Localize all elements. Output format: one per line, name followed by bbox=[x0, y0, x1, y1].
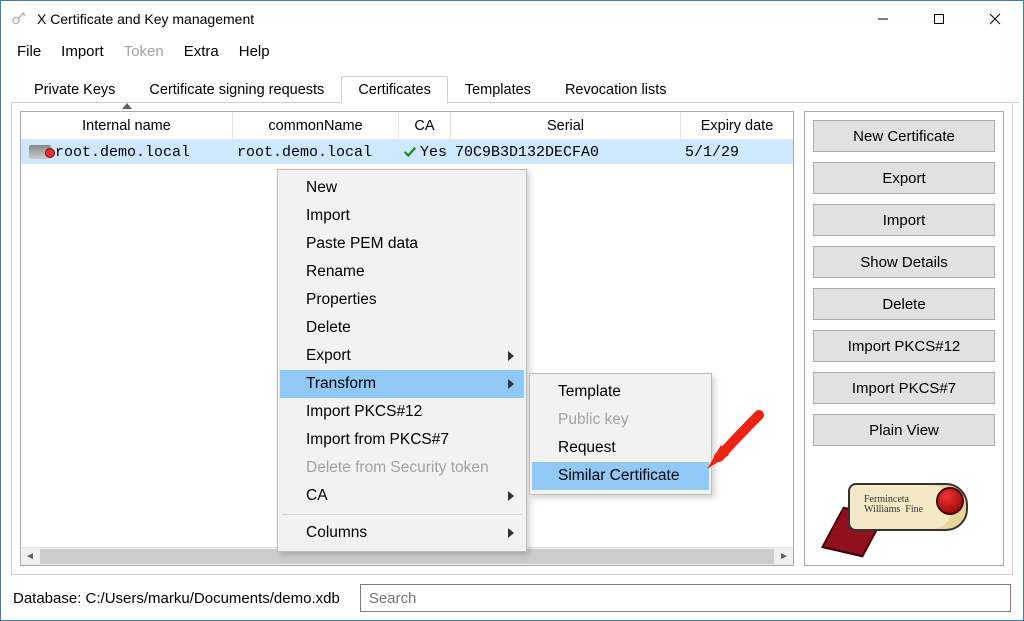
maximize-button[interactable] bbox=[911, 1, 967, 37]
check-icon bbox=[403, 145, 417, 159]
db-label: Database: bbox=[13, 590, 86, 607]
context-menu: New Import Paste PEM data Rename Propert… bbox=[277, 169, 527, 552]
app-key-icon bbox=[9, 9, 29, 29]
ctx-import-from-pkcs7[interactable]: Import from PKCS#7 bbox=[280, 426, 524, 454]
ctx-ca-label: CA bbox=[306, 487, 328, 505]
menu-import[interactable]: Import bbox=[51, 39, 114, 64]
col-ca[interactable]: CA bbox=[399, 112, 451, 139]
table-row[interactable]: root.demo.local root.demo.local Yes 70C9… bbox=[21, 140, 793, 164]
side-button-panel: New Certificate Export Import Show Detai… bbox=[804, 111, 1004, 566]
sub-template[interactable]: Template bbox=[532, 378, 709, 406]
close-button[interactable] bbox=[967, 1, 1023, 37]
col-internal-name-label: Internal name bbox=[82, 118, 171, 134]
col-common-name[interactable]: commonName bbox=[233, 112, 399, 139]
submenu-arrow-icon bbox=[508, 491, 514, 501]
cell-internal-name: root.demo.local bbox=[55, 144, 190, 161]
delete-button[interactable]: Delete bbox=[813, 288, 995, 320]
import-button[interactable]: Import bbox=[813, 204, 995, 236]
col-expiry[interactable]: Expiry date bbox=[681, 112, 793, 139]
search-input[interactable] bbox=[360, 584, 1011, 612]
ctx-import-pkcs12[interactable]: Import PKCS#12 bbox=[280, 398, 524, 426]
certificate-icon bbox=[29, 145, 51, 159]
ctx-paste-pem[interactable]: Paste PEM data bbox=[280, 230, 524, 258]
window-title: X Certificate and Key management bbox=[37, 11, 254, 27]
menu-extra[interactable]: Extra bbox=[174, 39, 229, 64]
tab-certificates[interactable]: Certificates bbox=[341, 76, 448, 104]
minimize-button[interactable] bbox=[855, 1, 911, 37]
database-path: Database: C:/Users/marku/Documents/demo.… bbox=[13, 590, 340, 607]
scroll-right-icon[interactable]: ► bbox=[775, 548, 793, 565]
tab-templates[interactable]: Templates bbox=[448, 76, 548, 103]
submenu-arrow-icon bbox=[508, 351, 514, 361]
ctx-transform-label: Transform bbox=[306, 375, 376, 393]
tab-revocation[interactable]: Revocation lists bbox=[548, 76, 684, 103]
titlebar: X Certificate and Key management bbox=[1, 1, 1023, 37]
ctx-properties[interactable]: Properties bbox=[280, 286, 524, 314]
submenu-arrow-icon bbox=[508, 528, 514, 538]
ctx-transform[interactable]: Transform bbox=[280, 370, 524, 398]
menubar: File Import Token Extra Help bbox=[1, 37, 1023, 65]
sub-request[interactable]: Request bbox=[532, 434, 709, 462]
table-header: Internal name commonName CA Serial Expir… bbox=[21, 112, 793, 140]
new-certificate-button[interactable]: New Certificate bbox=[813, 120, 995, 152]
ctx-export-label: Export bbox=[306, 347, 351, 365]
import-pkcs12-button[interactable]: Import PKCS#12 bbox=[813, 330, 995, 362]
ctx-export[interactable]: Export bbox=[280, 342, 524, 370]
cell-expiry: 5/1/29 bbox=[681, 144, 793, 161]
ctx-columns-label: Columns bbox=[306, 524, 367, 542]
ctx-rename[interactable]: Rename bbox=[280, 258, 524, 286]
sub-similar-certificate[interactable]: Similar Certificate bbox=[532, 462, 709, 490]
ctx-columns[interactable]: Columns bbox=[280, 519, 524, 547]
show-details-button[interactable]: Show Details bbox=[813, 246, 995, 278]
menu-file[interactable]: File bbox=[7, 39, 51, 64]
ctx-delete-from-token: Delete from Security token bbox=[280, 454, 524, 482]
cell-ca: Yes bbox=[420, 144, 447, 161]
sort-ascending-icon bbox=[122, 103, 132, 109]
import-pkcs7-button[interactable]: Import PKCS#7 bbox=[813, 372, 995, 404]
menu-help[interactable]: Help bbox=[229, 39, 280, 64]
menu-separator bbox=[282, 514, 522, 515]
export-button[interactable]: Export bbox=[813, 162, 995, 194]
tab-strip: Private Keys Certificate signing request… bbox=[17, 75, 1013, 103]
cell-serial: 70C9B3D132DECFA0 bbox=[451, 144, 681, 161]
ctx-import[interactable]: Import bbox=[280, 202, 524, 230]
col-serial[interactable]: Serial bbox=[451, 112, 681, 139]
ctx-ca[interactable]: CA bbox=[280, 482, 524, 510]
tab-csr[interactable]: Certificate signing requests bbox=[132, 76, 341, 103]
cell-common-name: root.demo.local bbox=[233, 144, 399, 161]
ctx-delete[interactable]: Delete bbox=[280, 314, 524, 342]
ctx-new[interactable]: New bbox=[280, 174, 524, 202]
sub-public-key: Public key bbox=[532, 406, 709, 434]
plain-view-button[interactable]: Plain View bbox=[813, 414, 995, 446]
transform-submenu: Template Public key Request Similar Cert… bbox=[529, 373, 712, 495]
scroll-left-icon[interactable]: ◄ bbox=[21, 548, 39, 565]
col-internal-name[interactable]: Internal name bbox=[21, 112, 233, 139]
submenu-arrow-icon bbox=[508, 379, 514, 389]
tab-private-keys[interactable]: Private Keys bbox=[17, 76, 132, 103]
db-path-value: C:/Users/marku/Documents/demo.xdb bbox=[86, 590, 340, 607]
seal-graphic: FermincetaWilliams Fine bbox=[824, 467, 984, 557]
statusbar: Database: C:/Users/marku/Documents/demo.… bbox=[1, 576, 1023, 620]
menu-token: Token bbox=[114, 39, 174, 64]
